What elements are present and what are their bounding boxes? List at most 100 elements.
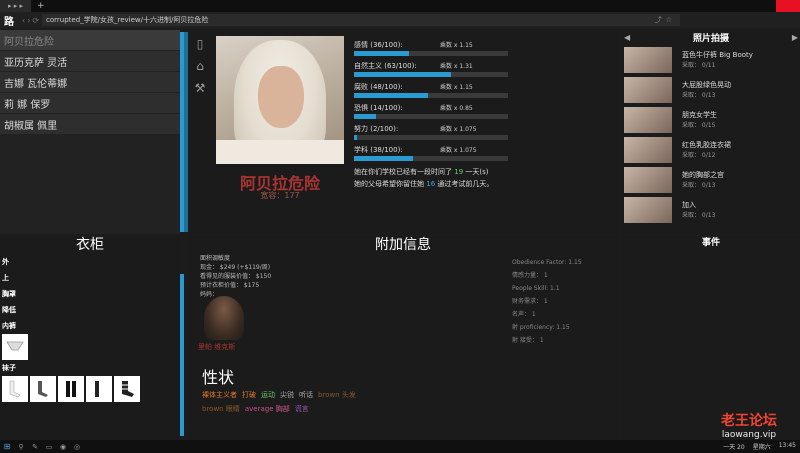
stat-multiplier: 乘数 x 1.075	[440, 147, 477, 154]
finance-line: 看得见的服装价值： $150	[200, 273, 272, 280]
character-item[interactable]: 莉 娜 保罗	[0, 93, 180, 113]
wardrobe-scrollbar[interactable]	[180, 274, 184, 436]
wardrobe-category: 内裤	[2, 322, 16, 330]
stat-bar-fill	[354, 156, 413, 161]
black-socks-icon	[66, 381, 76, 397]
photoshoot-name: 红色乳胶连衣裙	[682, 141, 731, 149]
photoshoot-name: 朋克女学生	[682, 111, 717, 119]
factor-line: 财务需求： 1	[512, 298, 548, 305]
character-tolerance: 宽容：177	[260, 191, 300, 200]
photoshoot-panel: ◀ 照片拍摄 ▶ 蓝色牛仔裤 Big Booty 采取： 0/11 大屁股绿色晃动采…	[622, 30, 800, 234]
address-bar-row: 路 ‹›⟳ corrupted_学院/女孩_review/十六进制/阿贝拉危险 …	[0, 12, 800, 28]
photoshoot-item[interactable]: 加入 采取： 0/13	[622, 195, 800, 224]
photoshoot-name: 蓝色牛仔裤 Big Booty	[682, 51, 753, 59]
trait-tag[interactable]: 运动	[261, 391, 275, 399]
stat-label: 自然主义 (63/100):	[354, 62, 417, 70]
trait-tag[interactable]: 打破	[242, 391, 256, 399]
trait-tag[interactable]: 尖锐	[280, 391, 294, 399]
url-actions-icon[interactable]: ⤴☆	[655, 15, 680, 25]
windows-start-icon[interactable]: ⊞	[0, 442, 14, 451]
wardrobe-category: 外	[2, 258, 9, 266]
socks-item[interactable]	[58, 376, 84, 402]
photoshoot-item[interactable]: 她的胸部之宫 采取： 0/13	[622, 165, 800, 194]
trait-tag[interactable]: 谎言	[295, 405, 309, 413]
socks-item[interactable]	[86, 376, 112, 402]
factor-line: People Skill: 1.1	[512, 285, 560, 292]
stat-bar-fill	[354, 114, 376, 119]
stat-bar	[354, 72, 508, 77]
photoshoot-item[interactable]: 大屁股绿色晃动 采取： 0/13	[622, 75, 800, 104]
factor-line: 射 proficiency: 1.15	[512, 324, 570, 331]
trait-tag[interactable]: brown 眼睛	[202, 405, 240, 413]
game-weekday: 星期六	[752, 444, 771, 451]
phone-icon[interactable]: ▯	[192, 36, 208, 52]
character-item[interactable]: 吉娜 瓦伦蒂娜	[0, 72, 180, 92]
socks-item[interactable]	[2, 376, 28, 402]
photoshoot-item[interactable]: 蓝色牛仔裤 Big Booty 采取： 0/11	[622, 45, 800, 74]
socks-item[interactable]	[114, 376, 140, 402]
stat-label: 学科 (38/100):	[354, 146, 403, 154]
stat-bar	[354, 114, 508, 119]
socks-item[interactable]	[30, 376, 56, 402]
browser-tab[interactable]: ▸ ▸ ▸	[0, 0, 31, 12]
character-item[interactable]: 胡椒属 佩里	[0, 114, 180, 134]
browser-titlebar: ▸ ▸ ▸ +	[0, 0, 800, 12]
finance-info: 面积调敏度 现金： $249 (+$119/周) 看得见的服装价值： $150 预计衣…	[200, 254, 271, 299]
stat-label: 腐败 (48/100):	[354, 83, 403, 91]
photoshoot-count: 采取： 0/13	[682, 182, 716, 189]
striped-socks-icon	[122, 381, 134, 397]
browser-icon[interactable]: ◉	[56, 443, 70, 451]
mother-avatar[interactable]	[204, 296, 244, 340]
new-tab-button[interactable]: +	[37, 1, 45, 11]
folder-icon[interactable]: ▭	[42, 443, 56, 451]
stat-multiplier: 乘数 x 1.15	[440, 84, 473, 91]
wardrobe-category: 胸罩	[2, 290, 16, 298]
white-socks-icon	[9, 380, 21, 398]
pen-icon[interactable]: ✎	[28, 443, 42, 451]
character-item[interactable]: 亚历克萨 灵活	[0, 51, 180, 71]
factor-line: Obedience Factor: 1.15	[512, 259, 582, 266]
photoshoot-thumbnail	[624, 76, 672, 103]
panties-item[interactable]	[2, 334, 28, 360]
trait-tag[interactable]: 听话	[299, 391, 313, 399]
nav-buttons-icon[interactable]: ‹›⟳	[22, 16, 42, 25]
url-field[interactable]: corrupted_学院/女孩_review/十六进制/阿贝拉危险 ⤴☆	[42, 14, 680, 26]
trait-tag[interactable]: 裸体主义者	[202, 391, 237, 399]
character-portrait	[216, 36, 344, 164]
days-remaining: 16	[426, 180, 436, 188]
profile-tools: ▯ ⌂ ⚒	[192, 36, 212, 102]
finance-line: 面积调敏度	[200, 255, 231, 262]
stat-bar-fill	[354, 72, 452, 77]
days-at-school: 19	[454, 168, 464, 176]
events-title: 事件	[701, 238, 720, 248]
stat-row: 自然主义 (63/100): 乘数 x 1.31	[354, 61, 508, 79]
url-text: corrupted_学院/女孩_review/十六进制/阿贝拉危险	[46, 16, 209, 24]
photoshoot-header: ◀ 照片拍摄 ▶	[622, 30, 800, 44]
graduation-cap-icon[interactable]: ⌂	[192, 58, 208, 74]
photoshoot-title: 照片拍摄	[692, 33, 729, 44]
stat-bar	[354, 135, 508, 140]
panties-icon	[6, 341, 24, 351]
window-close-button[interactable]	[776, 0, 800, 12]
photoshoot-item[interactable]: 朋克女学生 采取： 0/15	[622, 105, 800, 134]
photoshoot-count: 采取： 0/12	[682, 152, 716, 159]
photoshoot-name: 她的胸部之宫	[682, 171, 724, 179]
mother-name: 里帕 维克斯	[198, 343, 236, 351]
stat-row: 腐败 (48/100): 乘数 x 1.15	[354, 82, 508, 100]
photoshoot-item[interactable]: 红色乳胶连衣裙 采取： 0/12	[622, 135, 800, 164]
gavel-icon[interactable]: ⚒	[192, 80, 208, 96]
edge-icon[interactable]: ◎	[70, 443, 84, 451]
trait-tag[interactable]: average 胸部	[245, 405, 290, 413]
next-arrow-icon[interactable]: ▶	[792, 33, 798, 42]
profile-panel: ▯ ⌂ ⚒ 阿贝拉危险 宽容：177 感情 (36/100): 乘数 x 1.15…	[188, 30, 618, 234]
character-item[interactable]: 阿贝拉危险	[0, 30, 180, 50]
trait-tag[interactable]: brown 头发	[318, 391, 356, 399]
stat-multiplier: 乘数 x 0.85	[440, 105, 473, 112]
photoshoot-name: 加入	[682, 201, 696, 209]
prev-arrow-icon[interactable]: ◀	[624, 33, 630, 42]
stat-row: 努力 (2/100): 乘数 x 1.075	[354, 124, 508, 142]
search-icon[interactable]: ⚲	[14, 443, 28, 451]
stat-label: 恐惧 (14/100):	[354, 104, 403, 112]
stat-bar-fill	[354, 51, 410, 56]
os-taskbar: ⊞ ⚲ ✎ ▭ ◉ ◎ 一天 20 星期六 13:45	[0, 440, 800, 453]
